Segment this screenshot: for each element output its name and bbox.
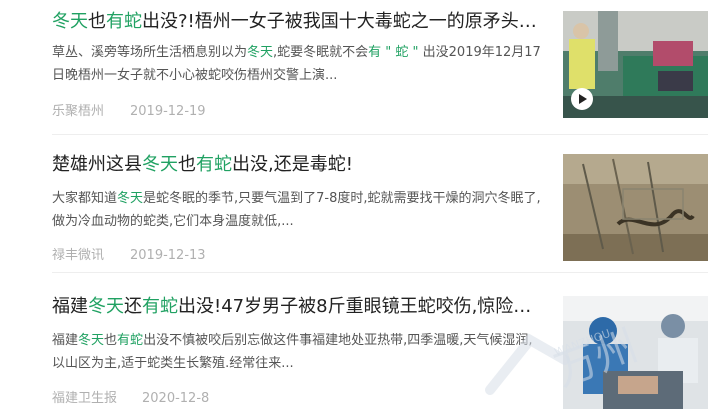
result-snippet: 福建冬天也有蛇出没不慎被咬后别忘做这件事福建地处亚热带,四季温暖,天气候湿润,以…	[52, 329, 544, 375]
result-title[interactable]: 楚雄州这县冬天也有蛇出没,还是毒蛇!	[52, 154, 537, 176]
result-source[interactable]: 乐聚梧州	[52, 104, 104, 120]
result-thumbnail[interactable]	[563, 154, 708, 261]
text-segment: 也	[88, 11, 106, 32]
result-thumbnail[interactable]	[563, 296, 708, 409]
text-segment: 出没,还是毒蛇!	[232, 154, 353, 175]
keyword-highlight: 有 " 蛇 "	[368, 45, 419, 60]
keyword-highlight: 冬天	[52, 11, 88, 32]
snake-in-grass-image	[563, 154, 708, 261]
search-result: 冬天也有蛇出没?!梧州一女子被我国十大毒蛇之一的原矛头蝮咬伤 草丛、溪旁等场所生…	[0, 0, 720, 135]
keyword-highlight: 有蛇	[117, 333, 144, 348]
keyword-highlight: 冬天	[88, 296, 124, 317]
result-source[interactable]: 福建卫生报	[52, 391, 117, 407]
keyword-highlight: 有蛇	[196, 154, 232, 175]
keyword-highlight: 冬天	[247, 45, 274, 60]
search-result: 楚雄州这县冬天也有蛇出没,还是毒蛇! 大家都知道冬天是蛇冬眠的季节,只要气温到了…	[0, 135, 720, 273]
text-segment: 出没!47岁男子被8斤重眼镜王蛇咬伤,惊险一幕	[178, 296, 537, 317]
result-date: 2019-12-13	[130, 248, 206, 263]
text-segment: 出没?!梧州一女子被我国十大毒蛇之一的原矛头蝮咬伤	[142, 11, 537, 32]
result-thumbnail[interactable]	[563, 11, 708, 118]
result-snippet: 草丛、溪旁等场所生活栖息别以为冬天,蛇要冬眠就不会有 " 蛇 " 出没2019年…	[52, 41, 544, 87]
text-segment: 楚雄州这县	[52, 154, 142, 175]
text-segment: 也	[178, 154, 196, 175]
result-title[interactable]: 福建冬天还有蛇出没!47岁男子被8斤重眼镜王蛇咬伤,惊险一幕	[52, 296, 537, 318]
keyword-highlight: 有蛇	[106, 11, 142, 32]
text-segment: 大家都知道	[52, 191, 118, 206]
surgery-scene-image	[563, 296, 708, 409]
text-segment: ,蛇要冬眠就不会	[273, 45, 369, 60]
result-source[interactable]: 禄丰微讯	[52, 248, 104, 264]
result-date: 2020-12-8	[142, 391, 210, 406]
text-segment: 还	[124, 296, 142, 317]
text-segment: 福建	[52, 333, 79, 348]
result-snippet: 大家都知道冬天是蛇冬眠的季节,只要气温到了7-8度时,蛇就需要找干燥的洞穴冬眠了…	[52, 187, 544, 233]
text-segment: 也	[104, 333, 118, 348]
play-icon[interactable]	[571, 88, 593, 110]
result-title[interactable]: 冬天也有蛇出没?!梧州一女子被我国十大毒蛇之一的原矛头蝮咬伤	[52, 11, 537, 33]
search-result: 福建冬天还有蛇出没!47岁男子被8斤重眼镜王蛇咬伤,惊险一幕 福建冬天也有蛇出没…	[0, 272, 720, 409]
text-segment: 草丛、溪旁等场所生活栖息别以为	[52, 45, 248, 60]
keyword-highlight: 冬天	[78, 333, 105, 348]
result-date: 2019-12-19	[130, 104, 206, 119]
keyword-highlight: 冬天	[117, 191, 144, 206]
keyword-highlight: 有蛇	[142, 296, 178, 317]
text-segment: 福建	[52, 296, 88, 317]
keyword-highlight: 冬天	[142, 154, 178, 175]
